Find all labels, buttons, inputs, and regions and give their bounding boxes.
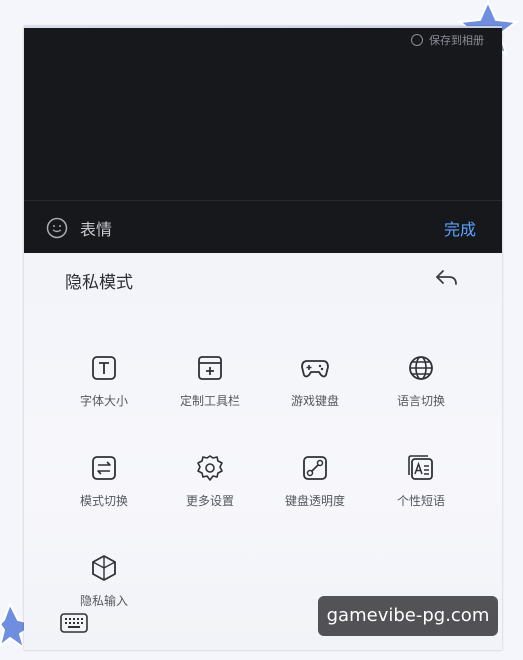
- grid-item-more-settings[interactable]: 更多设置: [155, 453, 265, 509]
- panel-title: 隐私模式: [65, 273, 133, 293]
- save-to-album-label: 保存到相册: [429, 34, 484, 47]
- input-bar: 表情 完成: [24, 200, 502, 254]
- chat-preview-area: 保存到相册 表情 完成: [24, 28, 502, 253]
- grid-item-label: 模式切换: [79, 494, 128, 508]
- radio-circle-icon[interactable]: [411, 34, 423, 46]
- watermark: gamevibe-pg.com: [318, 596, 498, 636]
- grid-item-label: 更多设置: [185, 494, 234, 508]
- switch-icon: [92, 456, 116, 480]
- save-to-album-option[interactable]: 保存到相册: [411, 32, 484, 48]
- toolbar-icon: [198, 356, 222, 380]
- grid-item-label: 隐私输入: [79, 594, 128, 608]
- grid-item-font-size[interactable]: 字体大小: [49, 353, 159, 409]
- privacy-mode-panel: 隐私模式 字体大小 定制工具栏 游戏键盘 语言切换 模式切换 更多设置 键盘透明…: [24, 253, 502, 650]
- back-arrow-icon[interactable]: [434, 268, 460, 288]
- grid-item-label: 字体大小: [79, 394, 128, 408]
- globe-icon: [409, 356, 433, 380]
- font-size-icon: [92, 356, 116, 380]
- privacy-input-icon: [92, 555, 116, 581]
- grid-item-label: 个性短语: [396, 494, 445, 508]
- grid-item-custom-toolbar[interactable]: 定制工具栏: [155, 353, 265, 409]
- emoji-icon[interactable]: [46, 217, 68, 239]
- transparency-icon: [303, 456, 327, 480]
- grid-item-mode-switch[interactable]: 模式切换: [49, 453, 159, 509]
- screenshot-frame: 保存到相册 表情 完成 隐私模式 字体大小 定制工具栏 游戏键盘 语言切换 模式…: [24, 26, 502, 650]
- phrase-icon: [408, 455, 433, 480]
- grid-item-privacy-input[interactable]: 隐私输入: [49, 553, 159, 609]
- grid-item-label: 游戏键盘: [290, 394, 339, 408]
- grid-item-label: 语言切换: [396, 394, 445, 408]
- grid-item-label: 定制工具栏: [179, 394, 240, 408]
- emoji-label[interactable]: 表情: [80, 216, 112, 240]
- grid-item-personal-phrases[interactable]: 个性短语: [366, 453, 476, 509]
- grid-item-game-keyboard[interactable]: 游戏键盘: [260, 353, 370, 409]
- gear-icon: [197, 455, 223, 481]
- keyboard-icon[interactable]: [60, 612, 88, 634]
- grid-item-language-switch[interactable]: 语言切换: [366, 353, 476, 409]
- grid-item-label: 键盘透明度: [284, 494, 345, 508]
- done-button[interactable]: 完成: [444, 216, 476, 240]
- gamepad-icon: [301, 360, 329, 378]
- grid-item-keyboard-transparency[interactable]: 键盘透明度: [260, 453, 370, 509]
